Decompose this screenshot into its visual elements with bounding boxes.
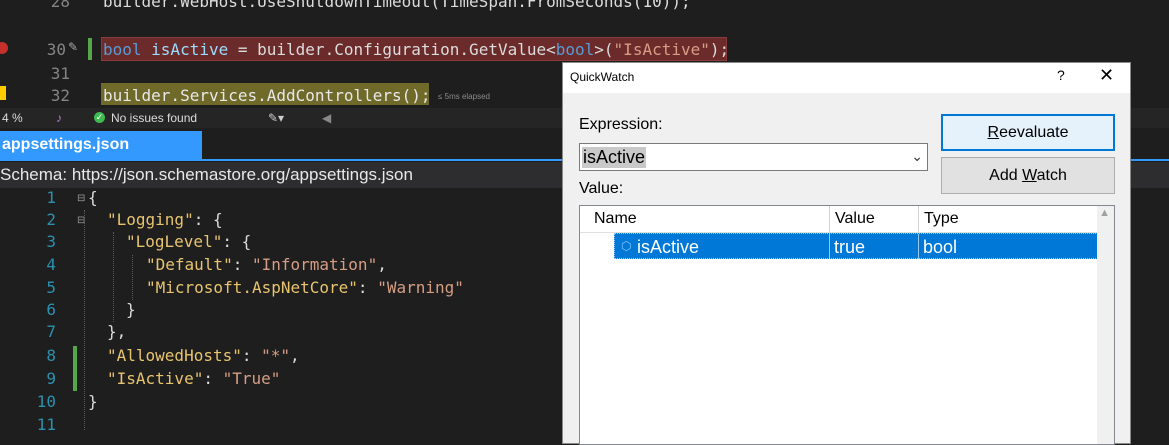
dialog-titlebar[interactable]: QuickWatch ? ✕: [563, 63, 1130, 93]
line-number: 9: [46, 369, 56, 388]
check-icon: ✓: [94, 112, 105, 123]
line-number: 32: [50, 86, 70, 105]
scroll-up-icon[interactable]: ▲: [1099, 207, 1110, 219]
column-separator[interactable]: [829, 206, 830, 232]
change-indicator: [73, 346, 77, 391]
value-label: Value:: [579, 180, 624, 197]
tab-appsettings[interactable]: appsettings.json: [0, 131, 202, 159]
json-line: "Default": "Information",: [146, 255, 387, 274]
indent-guide: [84, 210, 85, 430]
json-line: "Microsoft.AspNetCore": "Warning": [146, 278, 464, 297]
json-line: "AllowedHosts": "*",: [107, 346, 300, 365]
add-watch-button[interactable]: Add Watch: [941, 157, 1115, 194]
column-header-type[interactable]: Type: [924, 210, 959, 228]
line-number: 7: [46, 322, 56, 341]
quickwatch-dialog: QuickWatch ? ✕ Expression: isActive ⌄ Va…: [562, 62, 1131, 445]
copilot-icon[interactable]: ♪: [56, 111, 62, 125]
row-type: bool: [923, 237, 958, 257]
line-number: 8: [46, 346, 56, 365]
row-selection: ⬡ isActive true bool: [614, 233, 1098, 260]
json-line: }: [88, 392, 98, 411]
line-number: 30: [46, 40, 66, 59]
table-row[interactable]: ⬡ isActive true bool: [580, 233, 1098, 260]
dialog-title: QuickWatch: [570, 70, 635, 84]
column-separator: [918, 234, 919, 260]
column-header-name[interactable]: Name: [594, 210, 637, 228]
help-button[interactable]: ?: [1057, 67, 1065, 83]
line-number: 1: [46, 188, 56, 207]
expression-input[interactable]: isActive ⌄: [579, 143, 928, 171]
line-number: 10: [36, 392, 56, 411]
indent-guide: [132, 255, 133, 300]
json-line: },: [107, 322, 127, 341]
indent-guide: [113, 232, 114, 322]
elapsed-time-hint: ≤ 5ms elapsed: [438, 92, 490, 101]
line-number: 3: [46, 232, 56, 251]
brush-icon[interactable]: ✎▾: [268, 111, 284, 125]
expression-label: Expression:: [579, 116, 663, 133]
column-separator[interactable]: [918, 206, 919, 232]
code-line-current: builder.Services.AddControllers();: [103, 86, 431, 105]
line-number: 31: [50, 64, 70, 83]
column-separator: [829, 234, 830, 260]
close-icon[interactable]: ✕: [1099, 65, 1114, 86]
row-name: isActive: [637, 237, 700, 257]
chevron-down-icon[interactable]: ⌄: [911, 148, 923, 165]
row-value[interactable]: true: [834, 237, 865, 258]
issues-status[interactable]: No issues found: [111, 111, 197, 125]
line-number: 11: [36, 415, 56, 434]
line-number: 5: [46, 278, 56, 297]
field-icon: ⬡: [621, 239, 632, 253]
pin-icon[interactable]: ✎: [68, 40, 78, 54]
reevaluate-button[interactable]: Reevaluate: [941, 114, 1115, 151]
fold-collapse-icon[interactable]: ⊟: [77, 193, 85, 204]
change-indicator: [88, 38, 92, 60]
json-line: }: [126, 300, 136, 319]
line-number: 2: [46, 210, 56, 229]
value-grid[interactable]: Name Value Type ⬡ isActive true bool ▲: [579, 205, 1115, 445]
scroll-left-icon[interactable]: ◀: [322, 111, 331, 125]
vertical-scrollbar[interactable]: ▲: [1097, 206, 1114, 444]
json-line: "LogLevel": {: [126, 232, 252, 251]
zoom-level[interactable]: 4 %: [2, 111, 23, 125]
grid-header: Name Value Type: [580, 206, 1098, 233]
json-line: "IsActive": "True": [107, 369, 281, 388]
schema-url[interactable]: https://json.schemastore.org/appsettings…: [72, 165, 413, 184]
line-number: 4: [46, 255, 56, 274]
json-line: {: [88, 188, 98, 207]
json-line: "Logging": {: [107, 210, 223, 229]
code-line-breakpoint: bool isActive = builder.Configuration.Ge…: [103, 40, 730, 59]
code-line: builder.WebHost.UseShutdownTimeout(TimeS…: [103, 0, 691, 11]
column-header-value[interactable]: Value: [835, 210, 875, 228]
schema-label: Schema:: [0, 165, 68, 184]
expression-value[interactable]: isActive: [582, 147, 647, 168]
line-number: 6: [46, 300, 56, 319]
breakpoint-icon[interactable]: [0, 42, 8, 54]
execution-pointer-icon: [0, 86, 6, 100]
line-number: 28: [50, 0, 70, 11]
